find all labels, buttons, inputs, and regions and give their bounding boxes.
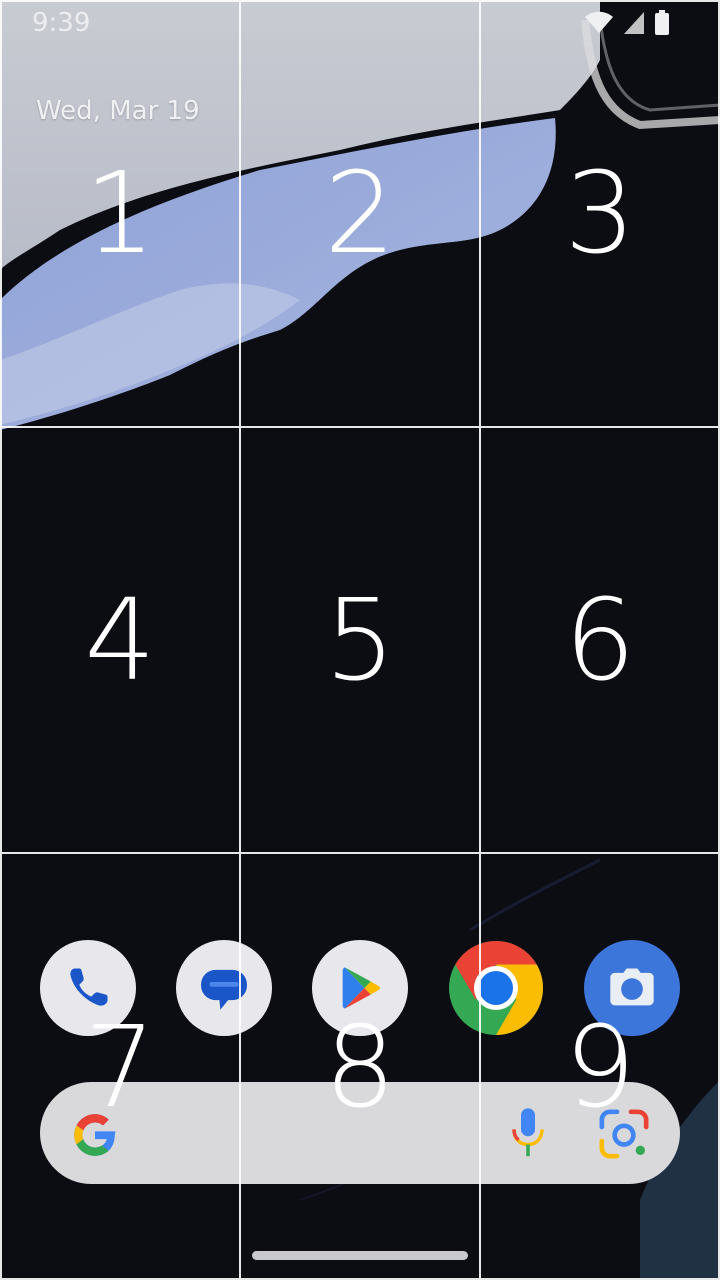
date-widget[interactable]: Wed, Mar 19 [36, 96, 200, 126]
grid-label-7: 7 [84, 1003, 156, 1133]
navigation-gesture-handle[interactable] [252, 1251, 468, 1260]
wifi-icon [585, 11, 613, 33]
grid-label-6: 6 [564, 576, 636, 706]
grid-label-2: 2 [324, 149, 396, 279]
messages-app-icon[interactable] [176, 940, 272, 1036]
grid-label-8: 8 [324, 1003, 396, 1133]
grid-label-4: 4 [84, 576, 156, 706]
status-icons [584, 10, 670, 36]
status-time: 9:39 [32, 8, 91, 38]
grid-label-5: 5 [324, 576, 396, 706]
grid-label-3: 3 [564, 149, 636, 279]
grid-label-1: 1 [84, 149, 156, 279]
microphone-icon[interactable] [506, 1106, 550, 1162]
status-bar: 9:39 [0, 0, 720, 46]
chrome-app-icon[interactable] [448, 940, 544, 1036]
cell-signal-icon [624, 12, 644, 34]
grid-label-9: 9 [564, 1003, 636, 1133]
battery-icon [655, 10, 669, 35]
